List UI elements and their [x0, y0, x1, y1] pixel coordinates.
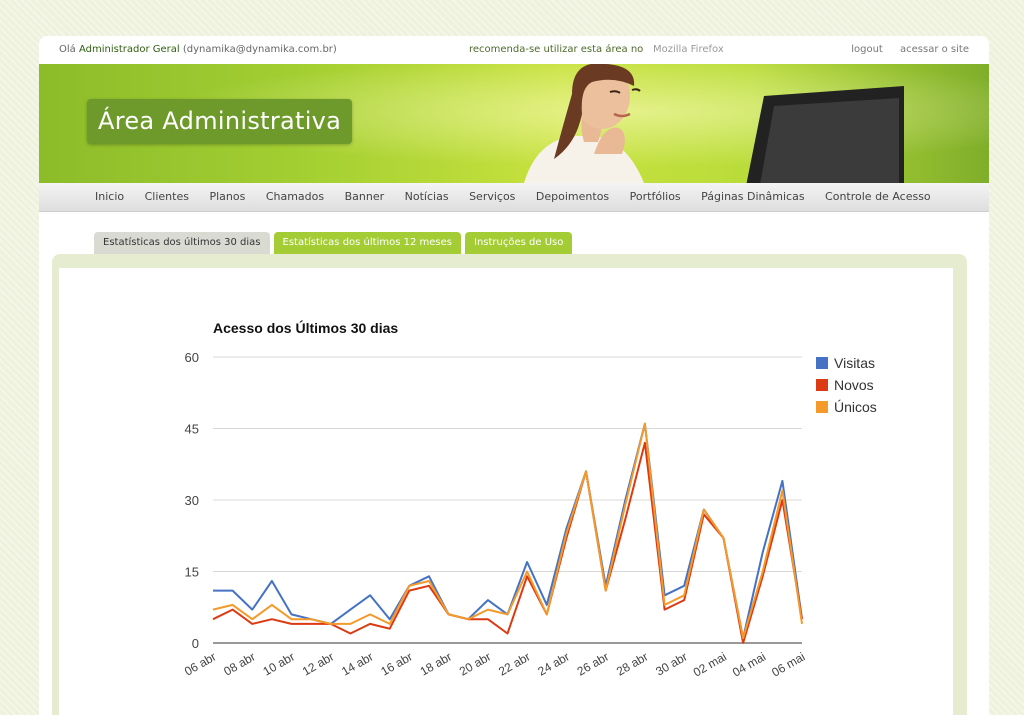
logout-link[interactable]: logout [851, 44, 883, 55]
legend-swatch [816, 379, 828, 391]
legend-swatch [816, 401, 828, 413]
nav-item-controle-de-acesso[interactable]: Controle de Acesso [825, 190, 931, 203]
x-tick-label: 30 abr [653, 649, 689, 678]
nav-item-portfolios[interactable]: Portfólios [630, 190, 681, 203]
main-nav: Inicio Clientes Planos Chamados Banner N… [39, 183, 989, 212]
x-tick-label: 12 abr [300, 649, 336, 678]
nav-item-noticias[interactable]: Notícias [405, 190, 449, 203]
legend-swatch [816, 357, 828, 369]
y-tick-label: 45 [185, 422, 199, 437]
chart-title: Acesso dos Últimos 30 dias [213, 319, 398, 336]
page-title: Área Administrativa [87, 99, 353, 144]
x-tick-label: 20 abr [457, 649, 493, 678]
x-tick-label: 08 abr [221, 649, 257, 678]
top-links: logout acessar o site [837, 44, 969, 55]
y-tick-label: 60 [185, 350, 199, 365]
y-tick-label: 0 [192, 636, 199, 651]
top-bar: Olá Administrador Geral (dynamika@dynami… [39, 36, 989, 64]
nav-item-inicio[interactable]: Inicio [95, 190, 124, 203]
tab-usage-instructions[interactable]: Instruções de Uso [465, 232, 573, 254]
nav-item-planos[interactable]: Planos [209, 190, 245, 203]
y-tick-label: 15 [185, 565, 199, 580]
stats-panel: Acesso dos Últimos 30 dias 0 15 30 45 60 06 ab… [52, 254, 967, 715]
nav-item-servicos[interactable]: Serviços [469, 190, 515, 203]
x-tick-label: 02 mai [691, 649, 729, 679]
greeting-prefix: Olá [59, 44, 76, 55]
x-tick-label: 18 abr [418, 649, 454, 678]
legend-label: Visitas [834, 355, 875, 371]
header-banner: Área Administrativa [39, 64, 989, 183]
x-tick-label: 10 abr [261, 649, 297, 678]
x-tick-label: 04 mai [730, 649, 768, 679]
x-tick-label: 26 abr [575, 649, 611, 678]
visit-site-link[interactable]: acessar o site [900, 44, 969, 55]
nav-item-depoimentos[interactable]: Depoimentos [536, 190, 609, 203]
nav-items: Inicio Clientes Planos Chamados Banner N… [95, 190, 948, 203]
user-email: (dynamika@dynamika.com.br) [182, 44, 337, 55]
access-line-chart: Acesso dos Últimos 30 dias 0 15 30 45 60 06 ab… [182, 319, 877, 680]
tab-last-12-months[interactable]: Estatísticas dos últimos 12 meses [273, 232, 461, 254]
stats-tabs: Estatísticas dos últimos 30 dias Estatís… [94, 232, 576, 254]
y-tick-label: 30 [185, 493, 199, 508]
browser-name: Mozilla Firefox [653, 44, 724, 55]
nav-item-clientes[interactable]: Clientes [145, 190, 189, 203]
chart-container: Acesso dos Últimos 30 dias 0 15 30 45 60 06 ab… [59, 268, 953, 715]
x-tick-label: 28 abr [614, 649, 650, 678]
browser-recommendation: recomenda-se utilizar esta área no [469, 44, 644, 55]
x-tick-label: 06 mai [769, 649, 807, 679]
nav-item-chamados[interactable]: Chamados [266, 190, 324, 203]
legend-label: Únicos [834, 399, 877, 415]
x-tick-label: 14 abr [339, 649, 375, 678]
series-line-visitas [213, 422, 803, 640]
nav-item-banner[interactable]: Banner [345, 190, 385, 203]
series-line-únicos [212, 422, 803, 640]
woman-illustration [524, 64, 644, 183]
x-tick-label: 06 abr [182, 649, 218, 678]
tab-last-30-days[interactable]: Estatísticas dos últimos 30 dias [94, 232, 270, 254]
x-tick-label: 16 abr [378, 649, 414, 678]
monitor-illustration [746, 86, 904, 183]
user-greeting: Olá Administrador Geral (dynamika@dynami… [59, 44, 337, 55]
x-tick-label: 22 abr [496, 649, 532, 678]
legend-label: Novos [834, 377, 874, 393]
user-name: Administrador Geral [78, 44, 180, 55]
x-tick-label: 24 abr [535, 649, 571, 678]
admin-page: Olá Administrador Geral (dynamika@dynami… [39, 36, 989, 715]
nav-item-paginas-dinamicas[interactable]: Páginas Dinâmicas [701, 190, 804, 203]
